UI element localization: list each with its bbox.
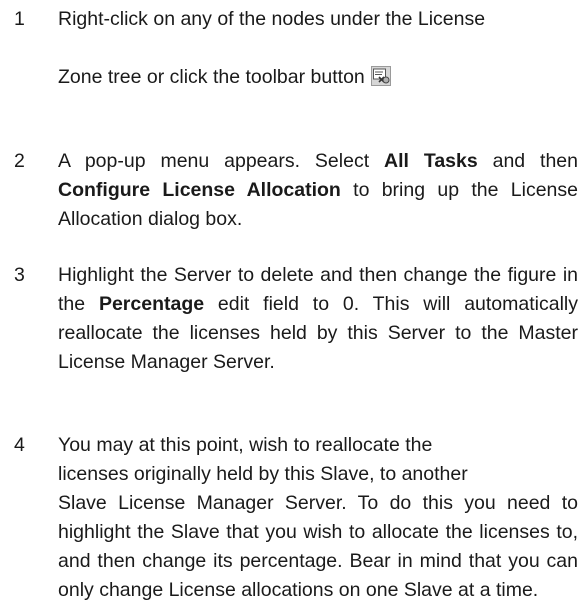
step-text-line: Slave License Manager Server. To do this… xyxy=(58,492,578,601)
step-text-line: You may at this point, wish to reallocat… xyxy=(58,434,433,456)
step-text: You may at this point, wish to reallocat… xyxy=(58,431,578,605)
step-text-line: licenses originally held by this Slave, … xyxy=(58,463,468,485)
step-text-line: Zone tree or click the toolbar button xyxy=(58,63,578,92)
step-text-line: Right-click on any of the nodes under th… xyxy=(58,8,486,30)
menu-item-name: All Tasks xyxy=(384,150,478,172)
step-text-fragment: and then xyxy=(477,150,578,172)
step-number: 1 xyxy=(14,8,25,30)
menu-item-name: Configure License Allocation xyxy=(58,179,341,201)
document-page: 1 Right-click on any of the nodes under … xyxy=(0,0,581,612)
step-number: 4 xyxy=(14,434,25,456)
step-text: Highlight the Server to delete and then … xyxy=(58,261,578,377)
step-text: A pop-up menu appears. Select All Tasks … xyxy=(58,147,578,234)
step-text-fragment: Zone tree or click the toolbar button xyxy=(58,66,365,88)
license-toolbar-icon xyxy=(370,66,391,86)
field-name: Percentage xyxy=(98,293,205,315)
step-text-fragment: A pop-up menu appears. Select xyxy=(58,150,385,172)
step-text: Right-click on any of the nodes under th… xyxy=(58,5,578,92)
step-number: 2 xyxy=(14,150,25,172)
step-number: 3 xyxy=(14,264,25,286)
